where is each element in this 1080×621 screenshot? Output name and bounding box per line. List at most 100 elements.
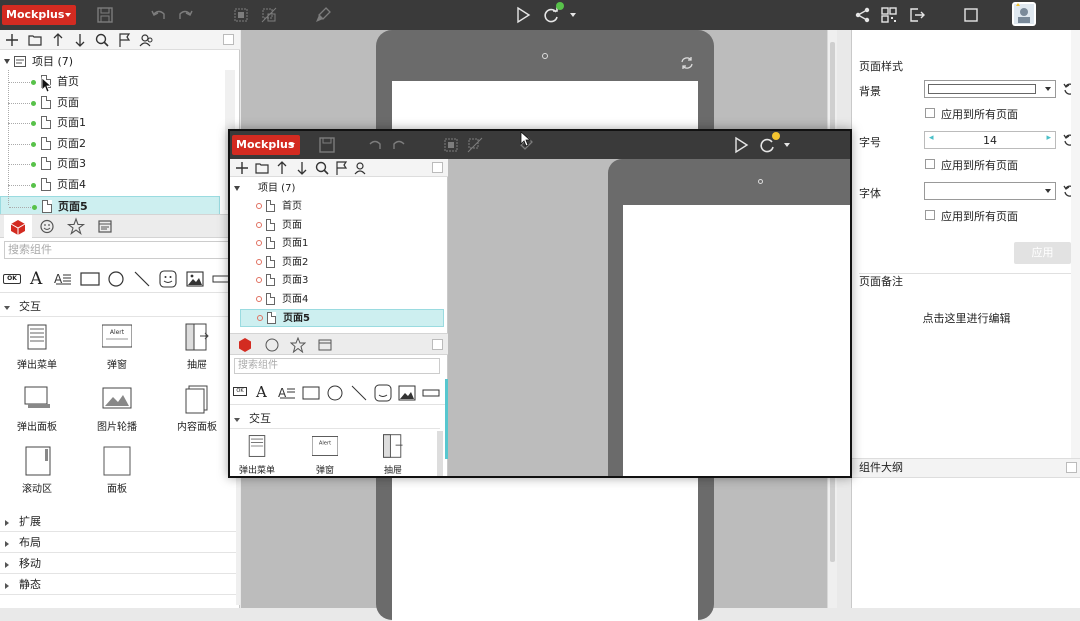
- add-page-icon[interactable]: [4, 32, 20, 48]
- properties-scrollbar[interactable]: [1071, 30, 1080, 458]
- page-icon: [266, 292, 275, 305]
- team-icon[interactable]: [139, 32, 155, 48]
- section-header[interactable]: 静态: [0, 575, 236, 595]
- embedded-library-tabs: [230, 333, 448, 355]
- page-item[interactable]: 首页: [0, 72, 220, 92]
- tree-guide-line: [8, 70, 9, 205]
- embedded-pages-toolbar: [230, 159, 448, 177]
- text-shape-icon[interactable]: A: [30, 270, 48, 288]
- move-up-icon[interactable]: [50, 32, 66, 48]
- page-item[interactable]: 页面: [0, 93, 220, 113]
- ungroup-icon[interactable]: [260, 6, 278, 24]
- tab-templates[interactable]: [91, 215, 119, 238]
- page-item[interactable]: 页面2: [0, 134, 220, 154]
- flag-icon[interactable]: [117, 32, 133, 48]
- move-down-icon[interactable]: [72, 32, 88, 48]
- qr-code-icon[interactable]: [880, 6, 898, 24]
- section-header[interactable]: 布局: [0, 533, 236, 553]
- rectangle-shape-icon[interactable]: [80, 270, 100, 288]
- page-status-dot: [256, 277, 262, 283]
- embedded-component-label: 弹窗: [315, 466, 334, 476]
- component-item[interactable]: 面板: [82, 446, 152, 506]
- icon-shape-icon[interactable]: [159, 270, 177, 288]
- folder-icon[interactable]: [27, 32, 43, 48]
- chevron-down-icon[interactable]: [570, 13, 576, 17]
- tree-expand-icon[interactable]: [4, 59, 10, 64]
- brand-label: Mockplus: [6, 8, 65, 21]
- background-color-select[interactable]: [924, 80, 1056, 98]
- apply-button[interactable]: 应用: [1014, 242, 1071, 264]
- tab-components[interactable]: [4, 215, 32, 238]
- font-family-select[interactable]: [924, 182, 1056, 200]
- line-shape-icon[interactable]: [133, 270, 151, 288]
- collapse-icon[interactable]: [1066, 462, 1077, 473]
- component-thumbnail-icon: [383, 434, 403, 458]
- image-shape-icon[interactable]: [186, 270, 204, 288]
- page-status-dot: [256, 203, 262, 209]
- component-label: 弹出面板: [17, 422, 57, 433]
- component-item[interactable]: 弹出菜单: [2, 322, 72, 382]
- section-header[interactable]: 扩展: [0, 512, 236, 532]
- font-size-stepper[interactable]: ◂ 14 ▸: [924, 131, 1056, 149]
- page-status-dot: [31, 183, 36, 188]
- tab-favorites[interactable]: [62, 215, 90, 238]
- apply-all-checkbox[interactable]: [925, 159, 935, 169]
- camera-dot: [758, 179, 763, 184]
- brand-menu-button[interactable]: Mockplus: [2, 5, 76, 25]
- embedded-left-panel: 项目 (7) 首页 页面 页面1 页面2 页面3 页面4 页面5 搜索组件 OK A A 交…: [230, 159, 448, 476]
- collapse-icon[interactable]: [223, 34, 234, 45]
- chevron-down-icon: [65, 13, 71, 17]
- format-brush-icon[interactable]: [314, 6, 332, 24]
- collapse-icon: [432, 162, 443, 173]
- embedded-page-label: 页面4: [282, 293, 309, 305]
- window-maximize-icon[interactable]: [962, 6, 980, 24]
- component-item[interactable]: 滚动区: [2, 446, 72, 506]
- page-item[interactable]: 页面5: [0, 195, 220, 216]
- page-icon: [266, 255, 275, 268]
- component-item[interactable]: 图片轮播: [82, 384, 152, 444]
- chevron-right-icon: [5, 583, 9, 589]
- apply-all-checkbox[interactable]: [925, 108, 935, 118]
- component-search-input[interactable]: 搜索组件: [4, 241, 236, 259]
- page-status-dot: [31, 162, 36, 168]
- increment-icon[interactable]: ▸: [1046, 133, 1051, 143]
- component-outline-header[interactable]: 组件大纲: [852, 458, 1080, 478]
- page-item[interactable]: 页面1: [0, 113, 220, 133]
- component-outline-title: 组件大纲: [859, 461, 903, 474]
- component-item[interactable]: 内容面板: [162, 384, 232, 444]
- page-icon: [266, 237, 275, 249]
- embedded-accent-bar: [445, 379, 448, 459]
- section-header[interactable]: 移动: [0, 554, 236, 574]
- group-icon[interactable]: [232, 6, 250, 24]
- user-avatar[interactable]: [1012, 2, 1036, 26]
- redo-icon[interactable]: [176, 6, 194, 24]
- preview-play-icon[interactable]: [514, 6, 532, 24]
- undo-icon[interactable]: [150, 6, 168, 24]
- section-header[interactable]: 交互: [0, 297, 236, 317]
- section-label: 移动: [19, 557, 41, 570]
- component-item[interactable]: 弹出面板: [2, 384, 72, 444]
- search-icon[interactable]: [94, 32, 110, 48]
- circle-shape-icon: [327, 385, 343, 401]
- page-notes-editor[interactable]: 点击这里进行编辑: [852, 310, 1080, 326]
- page-item[interactable]: 页面3: [0, 154, 220, 174]
- tab-icons[interactable]: [33, 215, 61, 238]
- embedded-section-label: 交互: [249, 412, 271, 425]
- button-shape[interactable]: OK: [3, 274, 21, 284]
- component-item[interactable]: Alert 弹窗: [82, 322, 152, 382]
- component-label: 滚动区: [22, 484, 52, 495]
- share-icon[interactable]: [854, 6, 872, 24]
- undo-icon: [369, 140, 381, 149]
- embedded-page-label: 首页: [282, 201, 302, 212]
- save-icon[interactable]: [96, 6, 114, 24]
- rotate-icon[interactable]: [680, 56, 694, 70]
- component-thumbnail-icon: [185, 323, 209, 351]
- component-item[interactable]: 抽屉: [162, 322, 232, 382]
- page-icon: [42, 199, 52, 213]
- page-item[interactable]: 页面4: [0, 175, 220, 195]
- apply-all-checkbox[interactable]: [925, 210, 935, 220]
- export-icon[interactable]: [908, 6, 926, 24]
- circle-shape-icon[interactable]: [107, 270, 125, 288]
- text-shape-icon: A: [256, 383, 267, 401]
- paragraph-shape-icon[interactable]: A: [54, 270, 72, 288]
